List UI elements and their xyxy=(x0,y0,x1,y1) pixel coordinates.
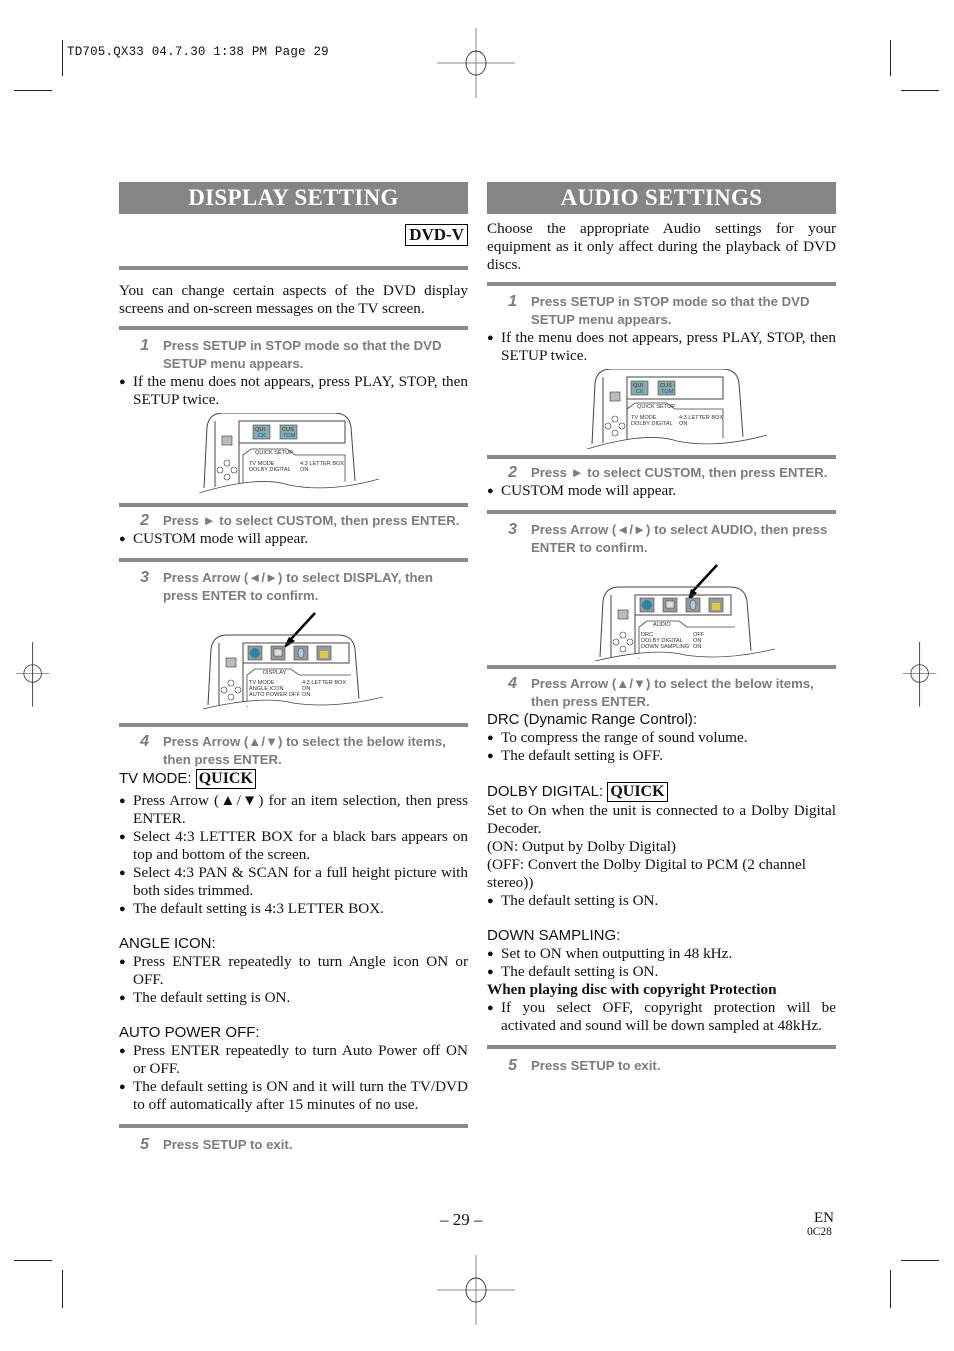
bullet: ● Select 4:3 PAN & SCAN for a full height… xyxy=(119,864,468,899)
display-menu-screen: DISPLAY TV MODE 4:3 LETTER BOX ANGLE ICO… xyxy=(203,609,468,709)
intro-text: Choose the appropriate Audio settings fo… xyxy=(487,220,836,273)
crop-mark xyxy=(901,90,939,91)
display-setting-title: DISPLAY SETTING xyxy=(119,182,468,214)
auto-power-off-heading: AUTO POWER OFF: xyxy=(119,1024,260,1041)
intro-text: You can change certain aspects of the DV… xyxy=(119,282,468,317)
step-3: 3 Press Arrow (◄/►) to select AUDIO, then… xyxy=(508,521,828,555)
svg-text:TOM: TOM xyxy=(283,433,296,439)
bullet: ● To compress the range of sound volume. xyxy=(487,729,748,746)
registration-mark-top xyxy=(437,28,515,98)
svg-text:CK: CK xyxy=(636,389,644,395)
tv-mode-heading: TV MODE: QUICK xyxy=(119,769,468,789)
svg-text:AUDIO: AUDIO xyxy=(653,622,671,628)
bullet: ● If the menu does not appears, press PLA… xyxy=(487,329,836,364)
crop-mark xyxy=(62,1270,63,1308)
bullet: ● The default setting is ON. xyxy=(487,963,659,980)
svg-text:ON: ON xyxy=(679,421,687,427)
step-1: 1 Press SETUP in STOP mode so that the DV… xyxy=(140,337,442,371)
bullet: ● CUSTOM mode will appear. xyxy=(487,482,677,499)
bullet: ● The default setting is ON. xyxy=(119,989,291,1006)
language-code: EN xyxy=(814,1210,834,1226)
quick-badge: QUICK xyxy=(195,769,256,789)
divider xyxy=(487,665,836,669)
step-5: 5 Press SETUP to exit. xyxy=(140,1136,293,1153)
print-slug: TD705.QX33 04.7.30 1:38 PM Page 29 xyxy=(67,45,329,59)
svg-text:ON: ON xyxy=(300,467,308,473)
bullet: ● If you select OFF, copyright protection… xyxy=(487,999,836,1034)
step-3: 3 Press Arrow (◄/►) to select DISPLAY, th… xyxy=(140,569,433,603)
svg-text:ON: ON xyxy=(693,644,701,650)
bullet: ● Press ENTER repeatedly to turn Angle ic… xyxy=(119,953,468,988)
divider xyxy=(119,558,468,562)
divider xyxy=(119,723,468,727)
step-5: 5 Press SETUP to exit. xyxy=(508,1057,661,1074)
bullet: ● The default setting is ON and it will t… xyxy=(119,1078,468,1113)
audio-settings-section: AUDIO SETTINGS Choose the appropriate Au… xyxy=(487,182,836,1075)
svg-text:CK: CK xyxy=(258,433,266,439)
svg-text:DOLBY DIGITAL: DOLBY DIGITAL xyxy=(631,421,673,427)
crop-mark xyxy=(890,40,891,76)
bullet: ● If the menu does not appears, press PLA… xyxy=(119,373,468,408)
display-setting-section: DISPLAY SETTING DVD-V You can change cer… xyxy=(119,182,468,1154)
svg-text:DOWN SAMPLING: DOWN SAMPLING xyxy=(641,644,689,650)
bullet: ● Press ENTER repeatedly to turn Auto Pow… xyxy=(119,1042,468,1077)
crop-mark xyxy=(62,40,63,76)
document-code: 0C28 xyxy=(807,1226,832,1238)
bullet: ● The default setting is OFF. xyxy=(487,747,664,764)
svg-text:ON: ON xyxy=(302,692,310,698)
bullet: ● Select 4:3 LETTER BOX for a black bars … xyxy=(119,828,468,863)
audio-settings-title: AUDIO SETTINGS xyxy=(487,182,836,214)
step-4: 4 Press Arrow (▲/▼) to select the below i… xyxy=(140,733,446,767)
registration-mark-left xyxy=(16,642,50,707)
svg-text:DISPLAY: DISPLAY xyxy=(263,670,286,676)
page-number: – 29 – xyxy=(440,1210,483,1229)
dolby-text: (ON: Output by Dolby Digital) xyxy=(487,838,676,855)
dolby-digital-heading: DOLBY DIGITAL: QUICK xyxy=(487,782,836,802)
crop-mark xyxy=(14,90,52,91)
step-1: 1 Press SETUP in STOP mode so that the DV… xyxy=(508,293,810,327)
down-sampling-heading: DOWN SAMPLING: xyxy=(487,927,621,944)
divider xyxy=(487,282,836,286)
divider xyxy=(119,1124,468,1128)
svg-text:DOLBY DIGITAL: DOLBY DIGITAL xyxy=(249,467,291,473)
crop-mark xyxy=(890,1270,891,1308)
svg-text:TOM: TOM xyxy=(661,389,674,395)
dolby-text: Set to On when the unit is connected to … xyxy=(487,802,836,837)
divider xyxy=(119,266,468,270)
svg-text:AUTO POWER OFF: AUTO POWER OFF xyxy=(249,692,300,698)
crop-mark xyxy=(901,1260,939,1261)
registration-mark-bottom xyxy=(437,1255,515,1325)
copyright-subheading: When playing disc with copyright Protect… xyxy=(487,981,777,998)
divider xyxy=(119,503,468,507)
angle-icon-heading: ANGLE ICON: xyxy=(119,935,216,952)
divider xyxy=(487,1045,836,1049)
quick-setup-screen: QUI CK CUS TOM QUICK SETUP TV MODE 4:3 L… xyxy=(587,369,836,449)
bullet: ● Set to ON when outputting in 48 kHz. xyxy=(487,945,733,962)
audio-menu-screen: AUDIO DRC OFF DOLBY DIGITAL ON DOWN SAMP… xyxy=(595,561,836,661)
step-4: 4 Press Arrow (▲/▼) to select the below i… xyxy=(508,675,814,709)
quick-setup-screen: QUI CK CUS TOM QUICK SETUP TV MODE 4:3 L… xyxy=(199,413,468,493)
step-2: 2 Press ► to select CUSTOM, then press EN… xyxy=(508,464,828,481)
bullet: ● The default setting is 4:3 LETTER BOX. xyxy=(119,900,384,917)
divider xyxy=(487,455,836,459)
dvd-v-badge: DVD-V xyxy=(405,224,468,246)
bullet: ● The default setting is ON. xyxy=(487,892,659,909)
registration-mark-right xyxy=(903,642,937,707)
divider xyxy=(119,326,468,330)
bullet: ● CUSTOM mode will appear. xyxy=(119,530,309,547)
svg-text:QUICK SETUP: QUICK SETUP xyxy=(255,450,293,456)
dolby-text: (OFF: Convert the Dolby Digital to PCM (… xyxy=(487,856,806,891)
bullet: ● Press Arrow (▲/▼) for an item selection… xyxy=(119,792,468,827)
drc-heading: DRC (Dynamic Range Control): xyxy=(487,711,698,728)
quick-badge: QUICK xyxy=(607,782,668,802)
divider xyxy=(487,510,836,514)
crop-mark xyxy=(14,1260,52,1261)
svg-text:QUICK SETUP: QUICK SETUP xyxy=(637,404,675,410)
step-2: 2 Press ► to select CUSTOM, then press EN… xyxy=(140,512,460,529)
